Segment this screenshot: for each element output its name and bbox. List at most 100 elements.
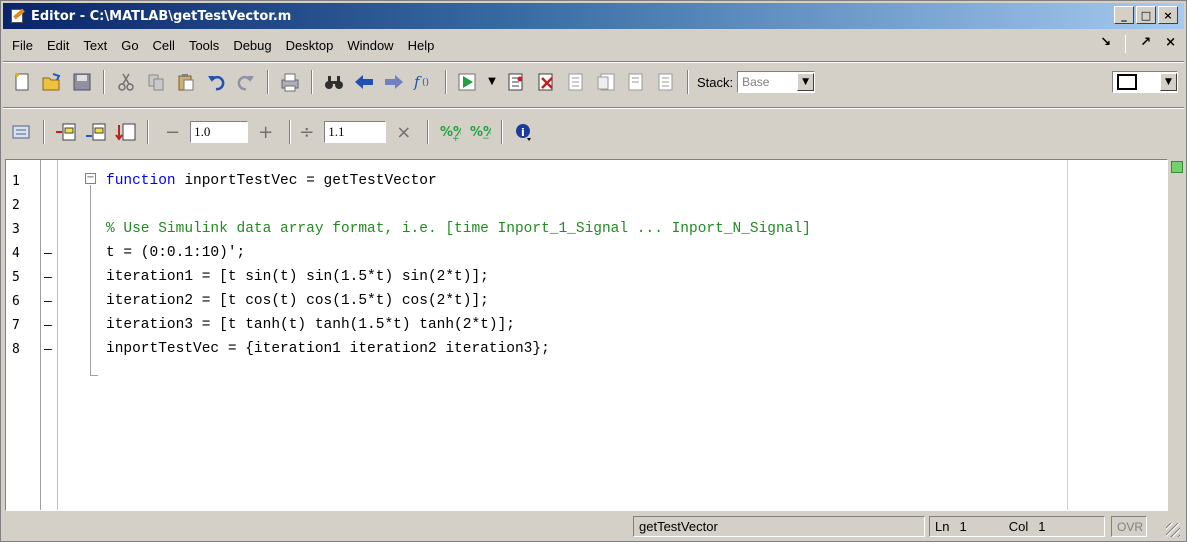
window-title: Editor - C:\MATLAB\getTestVector.m <box>31 8 292 24</box>
line-number: 2 <box>12 197 20 213</box>
code-token: iteration3 = [t tanh(t) tanh(1.5*t) tanh… <box>106 317 515 333</box>
find-icon[interactable] <box>322 70 346 94</box>
toolbar-separator <box>311 70 313 94</box>
code-token: iteration2 = [t cos(t) cos(1.5*t) cos(2*… <box>106 293 489 309</box>
code-line[interactable]: 6 – iteration2 = [t cos(t) cos(1.5*t) cos(… <box>6 289 1166 313</box>
info-icon[interactable]: i <box>512 120 536 144</box>
back-arrow-icon[interactable] <box>352 70 376 94</box>
evaluate-cell-advance-icon[interactable] <box>84 120 108 144</box>
svg-text:(): () <box>422 78 429 88</box>
line-number: 6 <box>12 293 20 309</box>
increment-icon[interactable]: + <box>258 122 273 143</box>
divide-icon[interactable]: ÷ <box>299 122 314 143</box>
menu-cell[interactable]: Cell <box>146 38 182 53</box>
code-line[interactable]: 3 % Use Simulink data array format, i.e. … <box>6 217 1166 241</box>
undock-icon[interactable]: ↘ <box>1100 35 1111 53</box>
code-text: iteration1 = [t sin(t) sin(1.5*t) sin(2*… <box>106 269 489 285</box>
close-button[interactable]: × <box>1158 6 1178 24</box>
code-editor[interactable]: − 1 function inportTestVec = getTestVecto… <box>5 159 1168 511</box>
divider <box>3 107 1184 109</box>
stack-label: Stack: <box>697 74 734 90</box>
menu-tools[interactable]: Tools <box>182 38 226 53</box>
multiply-icon[interactable]: × <box>396 122 411 143</box>
executable-line-marker[interactable]: – <box>44 246 58 261</box>
menu-desktop[interactable]: Desktop <box>279 38 341 53</box>
paste-icon[interactable] <box>174 70 198 94</box>
code-line[interactable]: 5 – iteration1 = [t sin(t) sin(1.5*t) sin(… <box>6 265 1166 289</box>
code-text: iteration3 = [t tanh(t) tanh(1.5*t) tanh… <box>106 317 515 333</box>
title-bar[interactable]: Editor - C:\MATLAB\getTestVector.m _ □ × <box>3 3 1184 29</box>
run-dropdown-icon[interactable]: ▼ <box>486 70 498 94</box>
code-line[interactable]: 1 function inportTestVec = getTestVector <box>6 169 1166 193</box>
executable-line-marker[interactable]: – <box>44 294 58 309</box>
line-number: 1 <box>12 173 20 189</box>
code-text: function inportTestVec = getTestVector <box>106 173 437 189</box>
editor-side-strip <box>1169 159 1184 511</box>
toolbar-separator <box>687 70 689 94</box>
chevron-down-icon[interactable]: ▼ <box>1160 73 1177 91</box>
menu-file[interactable]: File <box>5 38 40 53</box>
code-text: t = (0:0.1:10)'; <box>106 245 245 261</box>
menu-debug[interactable]: Debug <box>226 38 278 53</box>
remove-cell-divider-icon[interactable]: %%− <box>468 120 492 144</box>
forward-arrow-icon[interactable] <box>382 70 406 94</box>
executable-line-marker[interactable]: – <box>44 270 58 285</box>
code-line[interactable]: 4 – t = (0:0.1:10)'; <box>6 241 1166 265</box>
step-in-icon[interactable] <box>594 70 618 94</box>
redo-icon[interactable] <box>234 70 258 94</box>
step-out-icon[interactable] <box>624 70 648 94</box>
menu-help[interactable]: Help <box>401 38 442 53</box>
cut-icon[interactable] <box>114 70 138 94</box>
executable-line-marker[interactable]: – <box>44 342 58 357</box>
svg-text:−: − <box>482 134 490 142</box>
exit-debug-icon[interactable] <box>654 70 678 94</box>
close-document-icon[interactable]: × <box>1165 35 1176 53</box>
svg-text:f: f <box>413 73 422 91</box>
code-line[interactable]: 7 – iteration3 = [t tanh(t) tanh(1.5*t) ta… <box>6 313 1166 337</box>
function-browser-icon[interactable]: f() <box>412 70 436 94</box>
resize-grip-icon[interactable] <box>1166 523 1180 537</box>
ln-value: 1 <box>959 519 967 534</box>
code-token: inportTestVec = getTestVector <box>175 173 437 189</box>
layout-select[interactable]: ▼ <box>1112 71 1178 93</box>
multiply-value-input[interactable] <box>324 121 387 143</box>
divider <box>3 61 1184 63</box>
minimize-button[interactable]: _ <box>1114 6 1134 24</box>
open-file-icon[interactable] <box>40 70 64 94</box>
save-icon[interactable] <box>70 70 94 94</box>
menu-text[interactable]: Text <box>76 38 114 53</box>
code-analyzer-status-icon[interactable] <box>1171 161 1183 173</box>
single-pane-icon <box>1117 74 1137 90</box>
print-icon[interactable] <box>278 70 302 94</box>
code-line[interactable]: 8 – inportTestVec = {iteration1 iteration2… <box>6 337 1166 361</box>
set-breakpoint-icon[interactable] <box>504 70 528 94</box>
menu-edit[interactable]: Edit <box>40 38 76 53</box>
menu-window[interactable]: Window <box>340 38 400 53</box>
evaluate-entire-file-icon[interactable] <box>114 120 138 144</box>
run-icon[interactable] <box>456 70 480 94</box>
maximize-button[interactable]: □ <box>1136 6 1156 24</box>
copy-icon[interactable] <box>144 70 168 94</box>
editor-app-icon <box>9 8 25 24</box>
insert-cell-divider-icon[interactable]: %%+ <box>438 120 462 144</box>
cell-mode-icon[interactable] <box>10 120 34 144</box>
clear-breakpoints-icon[interactable] <box>534 70 558 94</box>
stack-select[interactable]: Base ▼ <box>737 71 816 93</box>
evaluate-cell-icon[interactable] <box>54 120 78 144</box>
line-number: 8 <box>12 341 20 357</box>
menu-go[interactable]: Go <box>114 38 145 53</box>
line-number: 5 <box>12 269 20 285</box>
cell-toolbar: − + ÷ × %%+ %%− i <box>7 117 1180 147</box>
decrement-icon[interactable]: − <box>165 122 180 143</box>
increment-value-input[interactable] <box>190 121 249 143</box>
ln-label: Ln <box>935 519 950 534</box>
new-file-icon[interactable] <box>10 70 34 94</box>
chevron-down-icon[interactable]: ▼ <box>797 73 815 91</box>
toolbar-separator <box>427 120 430 144</box>
executable-line-marker[interactable]: – <box>44 318 58 333</box>
step-icon[interactable] <box>564 70 588 94</box>
code-line[interactable]: 2 <box>6 193 1166 217</box>
undo-icon[interactable] <box>204 70 228 94</box>
svg-text:i: i <box>521 126 525 139</box>
dock-icon[interactable]: ↗ <box>1140 35 1151 53</box>
